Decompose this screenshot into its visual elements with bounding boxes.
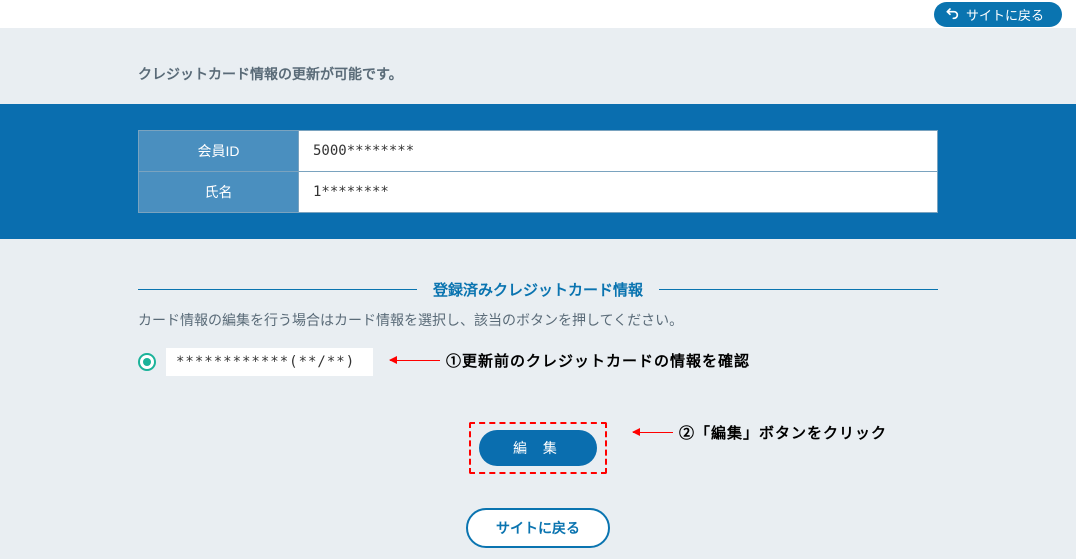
card-select-radio[interactable]: [138, 353, 156, 371]
member-name-label: 氏名: [139, 172, 299, 213]
registered-card-section-desc: カード情報の編集を行う場合はカード情報を選択し、該当のボタンを押してください。: [138, 310, 938, 330]
registered-card-section-title: 登録済みクレジットカード情報: [138, 279, 938, 300]
edit-button-highlight: 編 集: [469, 422, 607, 474]
arrow-icon: [633, 432, 673, 433]
annotation-two: ②「編集」ボタンをクリック: [633, 422, 887, 443]
back-to-site-top-label: サイトに戻る: [966, 5, 1044, 24]
back-to-site-top-button[interactable]: サイトに戻る: [934, 2, 1062, 27]
annotation-one-text: ①更新前のクレジットカードの情報を確認: [446, 350, 750, 371]
return-arrow-icon: [944, 5, 960, 24]
member-id-value: 5000********: [299, 131, 938, 172]
back-to-site-bottom-button[interactable]: サイトに戻る: [466, 508, 610, 548]
member-id-label: 会員ID: [139, 131, 299, 172]
page-subtitle: クレジットカード情報の更新が可能です。: [0, 28, 1076, 104]
edit-button[interactable]: 編 集: [479, 430, 597, 466]
member-info-band: 会員ID 5000******** 氏名 1********: [0, 104, 1076, 239]
masked-card-display: ************(**/**): [166, 348, 373, 376]
arrow-icon: [390, 360, 440, 361]
member-info-table: 会員ID 5000******** 氏名 1********: [138, 130, 938, 213]
registered-card-section-title-text: 登録済みクレジットカード情報: [417, 279, 659, 300]
annotation-one: ①更新前のクレジットカードの情報を確認: [390, 350, 750, 371]
member-name-value: 1********: [299, 172, 938, 213]
annotation-two-text: ②「編集」ボタンをクリック: [679, 422, 887, 443]
radio-dot-icon: [143, 358, 151, 366]
